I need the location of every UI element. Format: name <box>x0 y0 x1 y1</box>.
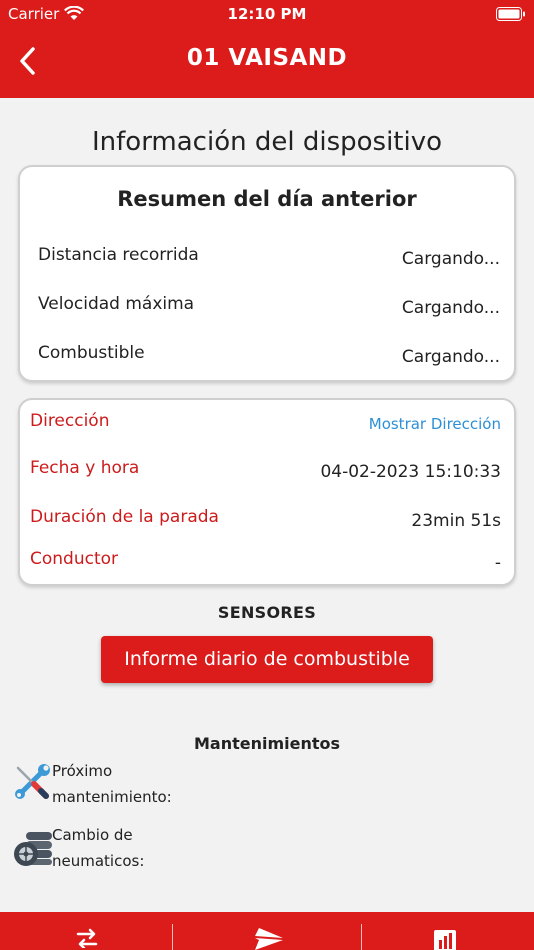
maintenance-title: Mantenimientos <box>193 734 341 753</box>
row-label: Dirección <box>30 411 110 431</box>
maintenance-label-line1: Cambio de <box>52 826 133 844</box>
swap-arrows-icon <box>76 928 98 948</box>
row-label: Velocidad máxima <box>38 294 195 314</box>
details-row-address: Dirección Mostrar Dirección <box>30 411 501 441</box>
show-address-link[interactable]: Mostrar Dirección <box>369 415 501 433</box>
fuel-report-button[interactable]: Informe diario de combustible <box>101 636 433 683</box>
wrench-screwdriver-icon <box>12 760 54 802</box>
maintenance-label: Próximo mantenimiento: <box>52 758 182 810</box>
row-label: Duración de la parada <box>30 507 219 527</box>
maintenance-item-tires[interactable]: Cambio de neumaticos: <box>12 822 312 878</box>
send-icon <box>255 928 283 950</box>
row-value: 04-02-2023 15:10:33 <box>320 462 501 482</box>
row-value: Cargando... <box>401 298 500 318</box>
page-title: 01 VAISAND <box>186 45 348 71</box>
details-row-datetime: Fecha y hora 04-02-2023 15:10:33 <box>30 458 501 488</box>
battery-icon <box>496 7 526 25</box>
bar-chart-icon <box>434 930 456 950</box>
summary-row-distance: Distancia recorrida Cargando... <box>38 245 500 275</box>
summary-row-fuel: Combustible Cargando... <box>38 343 500 373</box>
maintenance-label-line2: neumaticos: <box>52 852 145 870</box>
row-label: Fecha y hora <box>30 458 140 478</box>
row-label: Combustible <box>38 343 145 363</box>
details-row-driver: Conductor - <box>30 549 501 579</box>
tab-swap[interactable] <box>0 912 176 950</box>
row-label: Distancia recorrida <box>38 245 199 265</box>
tab-send[interactable] <box>179 912 355 950</box>
tab-reports[interactable] <box>358 912 534 950</box>
maintenance-label-line2: mantenimiento: <box>52 788 172 806</box>
row-value: Cargando... <box>401 249 500 269</box>
summary-row-max-speed: Velocidad máxima Cargando... <box>38 294 500 324</box>
tab-divider <box>172 924 173 950</box>
summary-card: Resumen del día anterior Distancia recor… <box>18 165 516 382</box>
summary-title: Resumen del día anterior <box>117 187 417 211</box>
section-title: Información del dispositivo <box>91 127 443 157</box>
row-value: 23min 51s <box>411 511 501 531</box>
sensors-title: SENSORES <box>217 603 317 622</box>
app-header: Carrier 12:10 PM 01 VAISAND <box>0 0 534 98</box>
status-bar: Carrier 12:10 PM <box>0 4 534 26</box>
bottom-tab-bar <box>0 912 534 950</box>
row-value: - <box>494 553 501 573</box>
details-row-stop-duration: Duración de la parada 23min 51s <box>30 507 501 537</box>
maintenance-label: Cambio de neumaticos: <box>52 822 182 874</box>
row-value: Cargando... <box>401 347 500 367</box>
clock: 12:10 PM <box>227 5 307 23</box>
maintenance-label-line1: Próximo <box>52 762 113 780</box>
maintenance-item-next[interactable]: Próximo mantenimiento: <box>12 758 312 814</box>
tires-icon <box>12 824 54 866</box>
details-card: Dirección Mostrar Dirección Fecha y hora… <box>18 398 516 586</box>
row-label: Conductor <box>30 549 119 569</box>
